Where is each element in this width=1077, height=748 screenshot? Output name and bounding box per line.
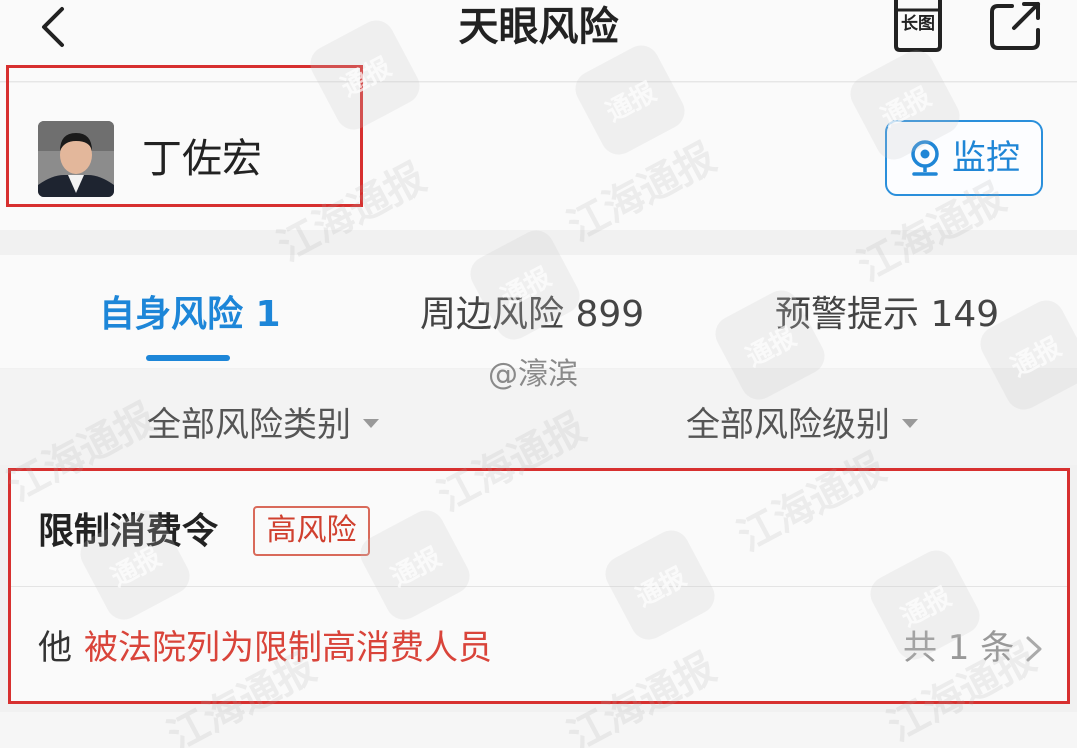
person-name: 丁佐宏 <box>142 136 262 182</box>
risk-subject: 他 <box>38 628 72 668</box>
risk-level-label: 全部风险级别 <box>686 404 890 445</box>
risk-category-label: 全部风险类别 <box>147 404 351 445</box>
risk-title: 限制消费令 <box>38 511 219 552</box>
long-image-label: 长图 <box>901 14 935 34</box>
tab-warning-tips[interactable]: 预警提示 149 <box>775 290 999 340</box>
caret-down-icon <box>363 418 379 428</box>
risk-level-filter[interactable]: 全部风险级别 <box>686 399 918 445</box>
share-button[interactable] <box>988 0 1044 52</box>
monitor-button[interactable]: 监控 <box>885 120 1043 196</box>
risk-level-badge: 高风险 <box>253 506 370 556</box>
risk-category-filter[interactable]: 全部风险类别 <box>147 399 379 445</box>
caret-down-icon <box>902 418 918 428</box>
long-image-button[interactable]: 长图 <box>890 0 946 52</box>
avatar[interactable] <box>38 121 114 197</box>
risk-count: 共 1 条 <box>903 628 1015 668</box>
watermark-handle: @濠滨 <box>488 357 578 392</box>
bottom-strip <box>0 712 1077 748</box>
share-icon <box>990 2 1040 50</box>
active-tab-indicator <box>146 355 230 361</box>
top-bar: 天眼风险 长图 <box>0 0 1077 82</box>
monitor-label: 监控 <box>952 138 1020 178</box>
webcam-icon <box>911 140 939 176</box>
portrait-image <box>38 121 114 197</box>
person-header: 丁佐宏 监控 <box>0 83 1077 230</box>
tab-self-risk[interactable]: 自身风险 1 <box>99 290 281 340</box>
risk-card: 限制消费令 高风险 他 被法院列为限制高消费人员 共 1 条 <box>8 468 1070 702</box>
chevron-right-icon <box>1026 636 1042 662</box>
risk-detail-row[interactable]: 他 被法院列为限制高消费人员 共 1 条 <box>8 587 1070 702</box>
risk-tabs: 自身风险 1 周边风险 899 预警提示 149 <box>0 255 1077 368</box>
tab-surrounding-risk[interactable]: 周边风险 899 <box>420 290 644 340</box>
risk-description: 被法院列为限制高消费人员 <box>84 628 492 668</box>
